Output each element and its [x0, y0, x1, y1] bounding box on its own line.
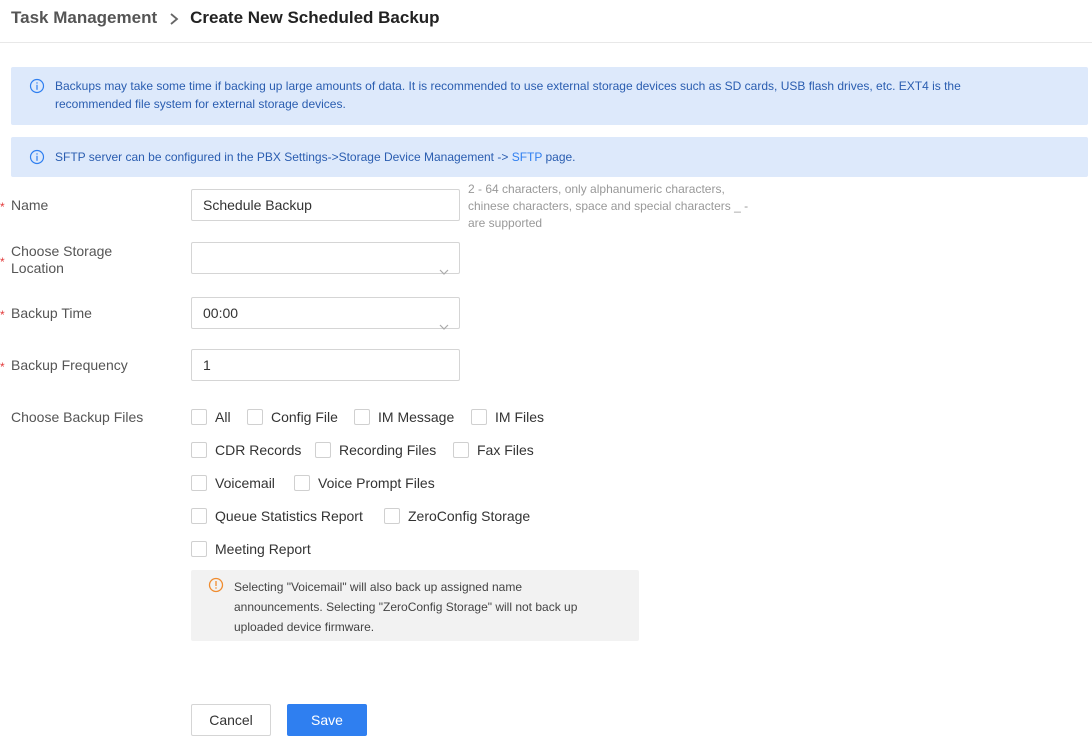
name-hint: 2 - 64 characters, only alphanumeric cha…: [468, 181, 768, 232]
checkbox-voice-prompt-files[interactable]: Voice Prompt Files: [294, 473, 435, 493]
backup-frequency-value: 1: [203, 357, 211, 373]
checkbox-label: Fax Files: [477, 442, 534, 458]
checkbox-label: All: [215, 409, 231, 425]
notice-line: uploaded device firmware.: [234, 620, 375, 634]
checkbox-box[interactable]: [453, 442, 469, 458]
breadcrumb: Task Management Create New Scheduled Bac…: [11, 8, 440, 28]
page-title: Create New Scheduled Backup: [190, 8, 440, 27]
save-button[interactable]: Save: [287, 704, 367, 736]
backup-frequency-label: Backup Frequency: [11, 357, 128, 373]
hint-line: 2 - 64 characters, only alphanumeric cha…: [468, 182, 725, 196]
checkbox-zeroconfig-storage[interactable]: ZeroConfig Storage: [384, 506, 530, 526]
notice-line: announcements. Selecting "ZeroConfig Sto…: [234, 600, 578, 614]
chevron-right-icon: [167, 11, 181, 25]
checkbox-cdr-records[interactable]: CDR Records: [191, 440, 301, 460]
cancel-button[interactable]: Cancel: [191, 704, 271, 736]
storage-location-label: Choose Storage Location: [11, 243, 112, 277]
checkbox-fax-files[interactable]: Fax Files: [453, 440, 534, 460]
checkbox-queue-statistics-report[interactable]: Queue Statistics Report: [191, 506, 363, 526]
checkbox-label: Voicemail: [215, 475, 275, 491]
backup-time-value: 00:00: [203, 305, 239, 321]
banner-text: SFTP server can be configured in the PBX…: [55, 150, 512, 164]
label-line: Location: [11, 260, 64, 276]
checkbox-box[interactable]: [247, 409, 263, 425]
checkbox-label: ZeroConfig Storage: [408, 508, 531, 524]
storage-location-select[interactable]: [191, 242, 460, 275]
notice-line: Selecting "Voicemail" will also back up …: [234, 580, 523, 594]
warning-circle-icon: [208, 577, 224, 593]
checkbox-box[interactable]: [315, 442, 331, 458]
checkbox-label: Recording Files: [339, 442, 437, 458]
name-label: Name: [11, 197, 49, 213]
info-circle-icon: [29, 78, 45, 94]
checkbox-box[interactable]: [471, 409, 487, 425]
checkbox-box[interactable]: [191, 508, 207, 524]
banner-text-line: Backups may take some time if backing up…: [55, 79, 961, 93]
checkbox-label: Queue Statistics Report: [215, 508, 363, 524]
checkbox-label: IM Files: [495, 409, 544, 425]
checkbox-box[interactable]: [191, 442, 207, 458]
checkbox-box[interactable]: [191, 409, 207, 425]
chevron-down-icon: [439, 310, 449, 330]
breadcrumb-parent-link[interactable]: Task Management: [11, 8, 157, 28]
checkbox-box[interactable]: [191, 541, 207, 557]
hint-line: are supported: [468, 216, 543, 230]
checkbox-box[interactable]: [191, 475, 207, 491]
info-circle-icon: [29, 149, 45, 165]
checkbox-label: CDR Records: [215, 442, 302, 458]
backup-frequency-input[interactable]: 1: [191, 349, 460, 381]
chevron-down-icon: [439, 255, 449, 275]
voicemail-notice: Selecting "Voicemail" will also back up …: [191, 570, 639, 641]
page-header: Task Management Create New Scheduled Bac…: [0, 0, 1092, 43]
name-input[interactable]: Schedule Backup: [191, 189, 460, 221]
checkbox-all[interactable]: All: [191, 407, 231, 427]
checkbox-box[interactable]: [294, 475, 310, 491]
required-mark: *: [0, 360, 5, 374]
checkbox-meeting-report[interactable]: Meeting Report: [191, 539, 311, 559]
required-mark: *: [0, 200, 5, 214]
name-input-value: Schedule Backup: [203, 197, 312, 213]
checkbox-config-file[interactable]: Config File: [247, 407, 338, 427]
backup-time-label: Backup Time: [11, 305, 92, 321]
checkbox-label: Voice Prompt Files: [318, 475, 435, 491]
backup-time-select[interactable]: 00:00: [191, 297, 460, 330]
backup-info-banner: Backups may take some time if backing up…: [11, 67, 1088, 125]
checkbox-label: IM Message: [378, 409, 455, 425]
checkbox-im-message[interactable]: IM Message: [354, 407, 454, 427]
checkbox-label: Meeting Report: [215, 541, 311, 557]
checkbox-box[interactable]: [384, 508, 400, 524]
banner-text: page.: [542, 150, 576, 164]
backup-files-label: Choose Backup Files: [11, 409, 144, 425]
checkbox-recording-files[interactable]: Recording Files: [315, 440, 436, 460]
sftp-info-banner: SFTP server can be configured in the PBX…: [11, 137, 1088, 177]
required-mark: *: [0, 308, 5, 322]
checkbox-im-files[interactable]: IM Files: [471, 407, 544, 427]
checkbox-voicemail[interactable]: Voicemail: [191, 473, 275, 493]
banner-text-line: recommended file system for external sto…: [55, 97, 346, 111]
hint-line: chinese characters, space and special ch…: [468, 199, 749, 213]
checkbox-box[interactable]: [354, 409, 370, 425]
sftp-link[interactable]: SFTP: [512, 150, 542, 164]
checkbox-label: Config File: [271, 409, 338, 425]
label-line: Choose Storage: [11, 243, 113, 259]
required-mark: *: [0, 255, 5, 269]
